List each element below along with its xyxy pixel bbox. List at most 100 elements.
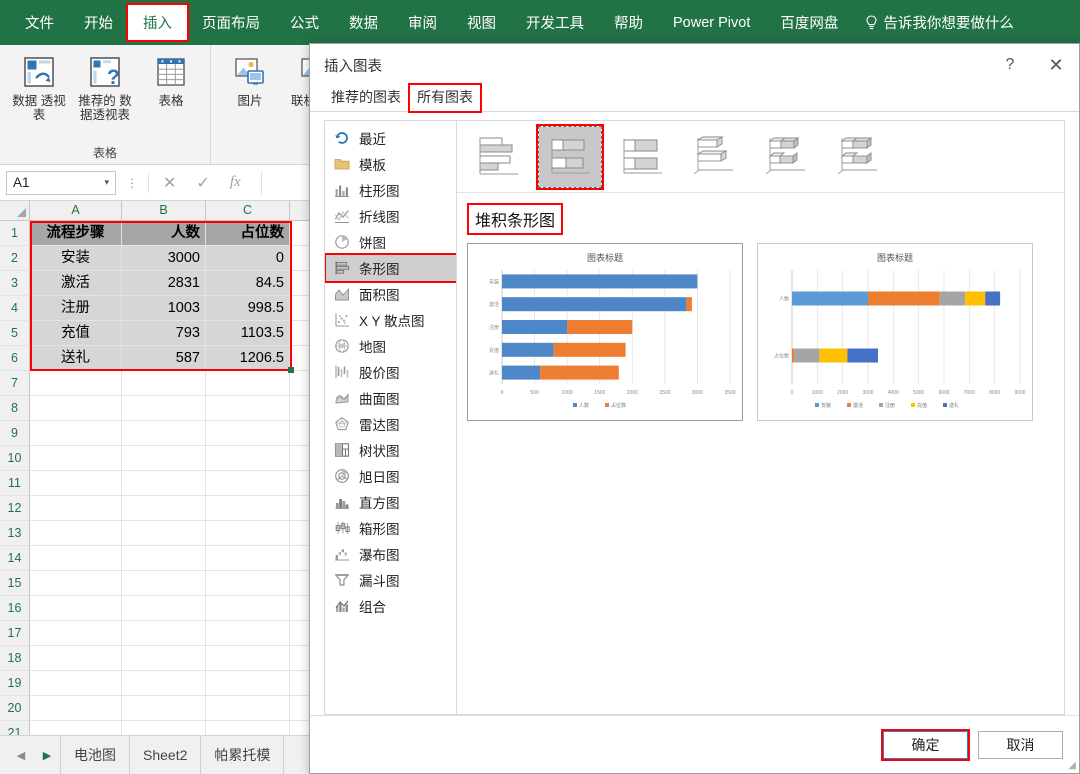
cell-A9[interactable]: [30, 421, 122, 446]
chart-type-item-12[interactable]: 树状图: [325, 437, 456, 463]
cell-B4[interactable]: 1003: [122, 296, 206, 321]
cell-A15[interactable]: [30, 571, 122, 596]
ok-button[interactable]: 确定: [881, 728, 970, 761]
sheet-tab-2[interactable]: 帕累托模: [201, 736, 285, 774]
cell-C16[interactable]: [206, 596, 290, 621]
chart-subtype-3d-clustered-bar[interactable]: [683, 127, 745, 187]
chart-type-item-6[interactable]: 面积图: [325, 281, 456, 307]
row-header-9[interactable]: 9: [0, 421, 30, 446]
ribbon-tab-3[interactable]: 页面布局: [187, 5, 275, 40]
chart-type-item-10[interactable]: 曲面图: [325, 385, 456, 411]
chart-preview-2[interactable]: 图表标题 0 1000 2000 3000 4000 5000 6000 7000 8000 90…: [757, 243, 1033, 421]
chart-type-item-1[interactable]: 模板: [325, 151, 456, 177]
fx-icon[interactable]: fx: [230, 174, 241, 191]
cell-A17[interactable]: [30, 621, 122, 646]
cell-C2[interactable]: 0: [206, 246, 290, 271]
chart-type-item-0[interactable]: 最近: [325, 125, 456, 151]
chart-type-item-17[interactable]: 漏斗图: [325, 567, 456, 593]
cell-B16[interactable]: [122, 596, 206, 621]
row-header-8[interactable]: 8: [0, 396, 30, 421]
cell-B3[interactable]: 2831: [122, 271, 206, 296]
cell-C19[interactable]: [206, 671, 290, 696]
chart-type-item-9[interactable]: 股价图: [325, 359, 456, 385]
cell-A10[interactable]: [30, 446, 122, 471]
cell-C13[interactable]: [206, 521, 290, 546]
chart-type-item-4[interactable]: 饼图: [325, 229, 456, 255]
chart-type-item-2[interactable]: 柱形图: [325, 177, 456, 203]
row-header-10[interactable]: 10: [0, 446, 30, 471]
tell-me-box[interactable]: 告诉我你想要做什么: [853, 5, 1026, 40]
sheet-tab-1[interactable]: Sheet2: [130, 736, 202, 774]
chart-subtype-3d-stacked-bar[interactable]: [755, 127, 817, 187]
dialog-tab-0[interactable]: 推荐的图表: [324, 85, 408, 111]
ribbon-tab-2[interactable]: 插入: [126, 3, 189, 42]
dialog-tab-1[interactable]: 所有图表: [408, 83, 482, 113]
cell-B21[interactable]: [122, 721, 206, 735]
cell-B8[interactable]: [122, 396, 206, 421]
cell-B18[interactable]: [122, 646, 206, 671]
cell-C5[interactable]: 1103.5: [206, 321, 290, 346]
cell-A14[interactable]: [30, 546, 122, 571]
cell-B2[interactable]: 3000: [122, 246, 206, 271]
picture-button[interactable]: 图片: [219, 50, 281, 108]
cell-B15[interactable]: [122, 571, 206, 596]
row-header-11[interactable]: 11: [0, 471, 30, 496]
recommended-pivot-button[interactable]: ? 推荐的 数据透视表: [74, 50, 136, 123]
chart-type-item-3[interactable]: 折线图: [325, 203, 456, 229]
ribbon-tab-8[interactable]: 开发工具: [511, 5, 599, 40]
close-icon[interactable]: ✕: [1033, 44, 1079, 86]
row-header-14[interactable]: 14: [0, 546, 30, 571]
row-header-19[interactable]: 19: [0, 671, 30, 696]
cell-A11[interactable]: [30, 471, 122, 496]
cell-C11[interactable]: [206, 471, 290, 496]
cell-B11[interactable]: [122, 471, 206, 496]
cell-A7[interactable]: [30, 371, 122, 396]
cell-C15[interactable]: [206, 571, 290, 596]
cell-A16[interactable]: [30, 596, 122, 621]
ribbon-tab-11[interactable]: 百度网盘: [765, 5, 853, 40]
cancel-icon[interactable]: ✕: [163, 173, 176, 193]
row-header-18[interactable]: 18: [0, 646, 30, 671]
cell-B9[interactable]: [122, 421, 206, 446]
row-header-20[interactable]: 20: [0, 696, 30, 721]
ribbon-tab-4[interactable]: 公式: [275, 5, 334, 40]
table-button[interactable]: 表格: [140, 50, 202, 108]
chart-type-item-13[interactable]: 旭日图: [325, 463, 456, 489]
cell-A12[interactable]: [30, 496, 122, 521]
next-sheet-icon[interactable]: ▶: [34, 749, 60, 762]
cell-A4[interactable]: 注册: [30, 296, 122, 321]
row-header-13[interactable]: 13: [0, 521, 30, 546]
cell-C18[interactable]: [206, 646, 290, 671]
chart-type-item-7[interactable]: X Y 散点图: [325, 307, 456, 333]
cell-A18[interactable]: [30, 646, 122, 671]
cell-A5[interactable]: 充值: [30, 321, 122, 346]
row-header-17[interactable]: 17: [0, 621, 30, 646]
ribbon-tab-7[interactable]: 视图: [452, 5, 511, 40]
ribbon-tab-1[interactable]: 开始: [69, 5, 128, 40]
ribbon-tab-6[interactable]: 审阅: [393, 5, 452, 40]
column-header-A[interactable]: A: [30, 201, 122, 220]
chart-type-item-15[interactable]: 箱形图: [325, 515, 456, 541]
cancel-button[interactable]: 取消: [978, 730, 1063, 759]
prev-sheet-icon[interactable]: ◀: [8, 749, 34, 762]
cell-C10[interactable]: [206, 446, 290, 471]
cell-B6[interactable]: 587: [122, 346, 206, 371]
resize-grip-icon[interactable]: ◢: [1068, 760, 1076, 771]
cell-B7[interactable]: [122, 371, 206, 396]
cell-B12[interactable]: [122, 496, 206, 521]
cell-B13[interactable]: [122, 521, 206, 546]
chart-type-item-16[interactable]: 瀑布图: [325, 541, 456, 567]
cell-A19[interactable]: [30, 671, 122, 696]
formula-bar-grip[interactable]: ⋮: [122, 176, 142, 190]
cell-A13[interactable]: [30, 521, 122, 546]
sheet-tab-0[interactable]: 电池图: [60, 736, 130, 774]
chart-type-list[interactable]: 最近 模板 柱形图 折线图 饼图 条形图 面积图 X Y 散点图 地图 股价图 曲面图 雷达图 树状图旭…: [324, 120, 456, 715]
cell-C8[interactable]: [206, 396, 290, 421]
chart-preview-1[interactable]: 图表标题 0 500 1000 1500 2000 2500 3000 3500 送礼 充值 注册 激…: [467, 243, 743, 421]
cell-C17[interactable]: [206, 621, 290, 646]
cell-C12[interactable]: [206, 496, 290, 521]
cell-A3[interactable]: 激活: [30, 271, 122, 296]
name-box[interactable]: A1 ▾: [6, 170, 116, 195]
row-header-21[interactable]: 21: [0, 721, 30, 735]
cell-C4[interactable]: 998.5: [206, 296, 290, 321]
